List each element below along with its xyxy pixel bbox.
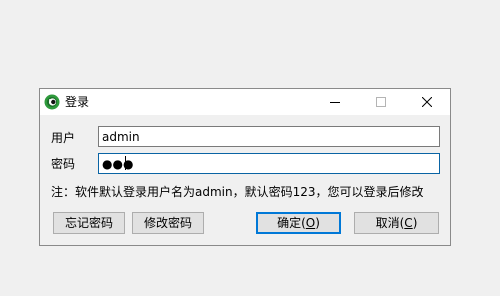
minimize-icon: [330, 102, 340, 103]
cancel-label-prefix: 取消(: [375, 216, 405, 230]
password-input[interactable]: [98, 153, 440, 174]
ok-button[interactable]: 确定(O): [256, 212, 341, 234]
password-label: 密码: [51, 157, 76, 171]
change-password-button[interactable]: 修改密码: [132, 212, 204, 234]
minimize-button[interactable]: [312, 89, 358, 115]
cancel-button[interactable]: 取消(C): [354, 212, 439, 234]
maximize-button[interactable]: [358, 89, 404, 115]
ok-mnemonic: O: [305, 216, 316, 230]
ok-label-prefix: 确定(: [277, 216, 306, 230]
forgot-password-button[interactable]: 忘记密码: [53, 212, 125, 234]
window-title: 登录: [65, 95, 90, 109]
title-bar[interactable]: 登录: [40, 89, 450, 115]
cancel-label-suffix: ): [412, 216, 418, 230]
close-button[interactable]: [404, 89, 450, 115]
default-credentials-note: 注：软件默认登录用户名为admin，默认密码123，您可以登录后修改: [51, 185, 424, 199]
username-label: 用户: [51, 131, 76, 145]
ok-label-suffix: ): [315, 216, 320, 230]
close-icon: [422, 97, 432, 107]
username-input[interactable]: [98, 126, 440, 147]
maximize-icon: [376, 97, 386, 107]
cancel-mnemonic: C: [404, 216, 413, 230]
login-dialog: 登录 用户 密码 注：软件默认登录用户名为admin，默认密码123，您可以登录…: [39, 88, 451, 246]
app-eye-icon: [44, 94, 60, 110]
text-caret: [125, 156, 126, 170]
